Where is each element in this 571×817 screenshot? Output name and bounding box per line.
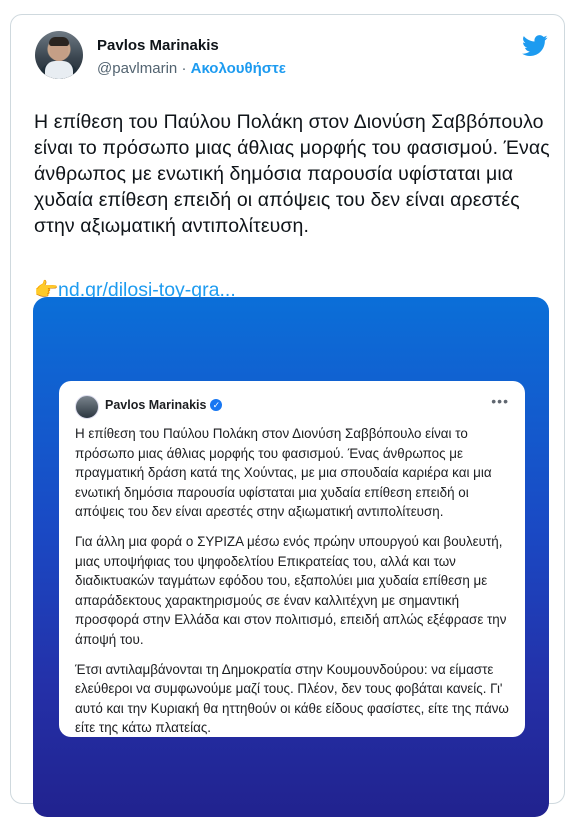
separator-dot: · <box>181 60 187 77</box>
embedded-post-paragraph: Για άλλη μια φορά ο ΣΥΡΙΖΑ μέσω ενός πρώ… <box>75 533 507 647</box>
more-options-icon: ••• <box>491 393 509 409</box>
embedded-post-paragraph: Έτσι αντιλαμβάνονται τη Δημοκρατία στην … <box>75 661 509 736</box>
embedded-post-body: Η επίθεση του Παύλου Πολάκη στον Διονύση… <box>75 424 513 748</box>
twitter-bird-icon[interactable] <box>522 35 548 57</box>
author-handle-row: @pavlmarin · Ακολουθήστε <box>97 60 286 77</box>
tweet-media-image[interactable]: Pavlos Marinakis ✓ ••• Η επίθεση του Παύλ… <box>33 297 549 817</box>
tweet-text: Η επίθεση του Παύλου Πολάκη στον Διονύση… <box>34 111 550 237</box>
embedded-post-card: Pavlos Marinakis ✓ ••• Η επίθεση του Παύλ… <box>59 381 525 737</box>
author-name[interactable]: Pavlos Marinakis <box>97 37 219 54</box>
author-handle[interactable]: @pavlmarin <box>97 60 177 77</box>
embedded-post-avatar <box>75 395 99 419</box>
follow-link[interactable]: Ακολουθήστε <box>191 60 286 77</box>
embedded-post-paragraph: Η επίθεση του Παύλου Πολάκη στον Διονύση… <box>75 426 492 520</box>
embedded-post-author-name: Pavlos Marinakis <box>105 398 207 412</box>
tweet-card: Pavlos Marinakis @pavlmarin · Ακολουθήστ… <box>10 14 565 817</box>
verified-badge-icon: ✓ <box>210 399 223 411</box>
author-avatar[interactable] <box>35 31 83 79</box>
embedded-post-author: Pavlos Marinakis ✓ <box>105 398 223 412</box>
